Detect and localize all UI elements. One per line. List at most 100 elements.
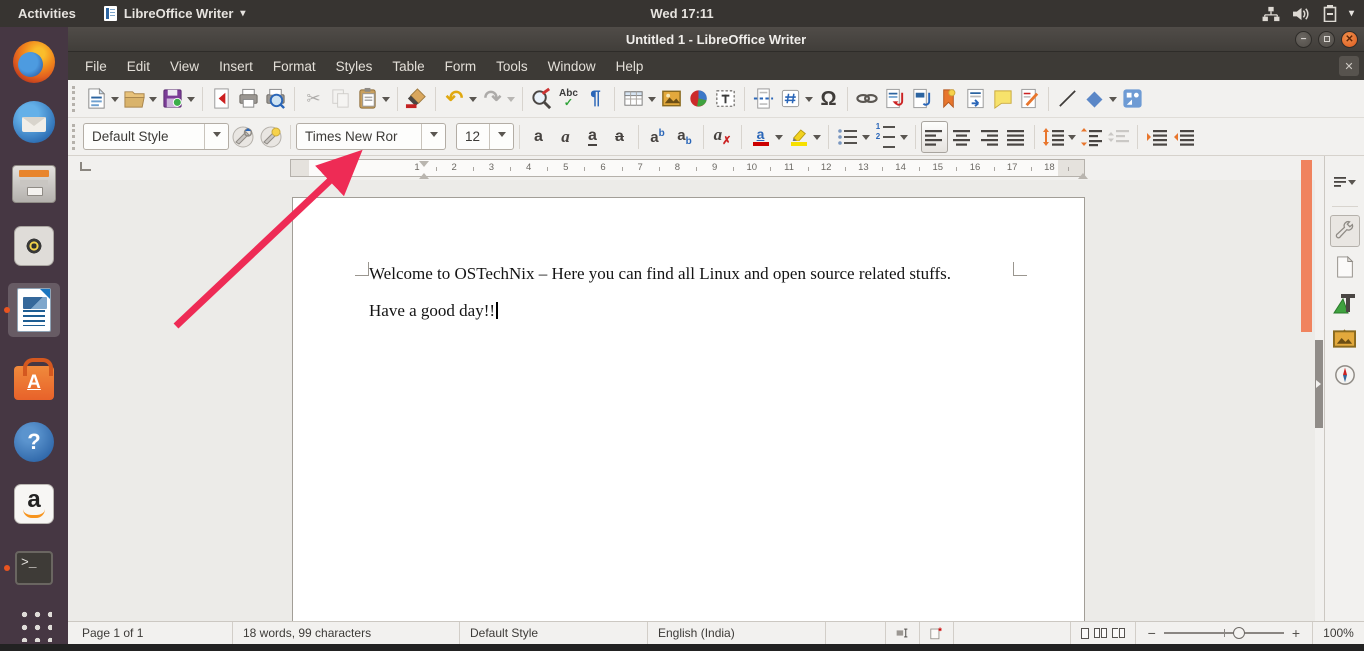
increase-indent-button[interactable]	[1143, 121, 1170, 153]
sidebar-collapse-handle[interactable]	[1315, 340, 1323, 428]
shapes-dropdown-arrow[interactable]	[1109, 97, 1117, 106]
copy-button[interactable]	[327, 83, 354, 115]
dock-item-show-applications[interactable]	[0, 597, 68, 651]
insert-page-break-button[interactable]	[750, 83, 777, 115]
book-view-icon[interactable]	[1112, 628, 1125, 638]
paste-dropdown-arrow[interactable]	[382, 97, 390, 106]
menu-format[interactable]: Format	[264, 55, 325, 78]
unordered-list-dropdown-arrow[interactable]	[862, 135, 870, 144]
unordered-list-button[interactable]	[834, 121, 861, 153]
strikethrough-button[interactable]: a	[606, 121, 633, 153]
font-color-button[interactable]: a	[747, 121, 774, 153]
app-menu-button[interactable]: LibreOffice Writer ▾	[94, 6, 256, 21]
line-spacing-dropdown-arrow[interactable]	[1068, 135, 1076, 144]
single-page-view-icon[interactable]	[1081, 628, 1089, 639]
zoom-slider-knob[interactable]	[1233, 627, 1245, 639]
dock-item-thunderbird[interactable]	[0, 95, 68, 149]
zoom-slider[interactable]	[1164, 632, 1284, 634]
insert-field-button[interactable]	[777, 83, 804, 115]
undo-dropdown-arrow[interactable]	[469, 97, 477, 106]
field-dropdown-arrow[interactable]	[805, 97, 813, 106]
highlight-color-button[interactable]	[785, 121, 812, 153]
clear-formatting-button[interactable]: a✗	[709, 121, 736, 153]
new-dropdown-arrow[interactable]	[111, 97, 119, 106]
ordered-list-button[interactable]: 1 2 1	[872, 121, 899, 153]
dock-item-files[interactable]	[0, 157, 68, 211]
superscript-button[interactable]: ab	[644, 121, 671, 153]
basic-shapes-button[interactable]: ◆	[1081, 83, 1108, 115]
increase-paragraph-spacing-button[interactable]	[1078, 121, 1105, 153]
insert-line-button[interactable]	[1054, 83, 1081, 115]
update-style-button[interactable]	[229, 121, 257, 153]
paragraph-2[interactable]: Have a good day!!	[369, 301, 498, 321]
maximize-button[interactable]	[1318, 31, 1335, 48]
subscript-button[interactable]: ab	[671, 121, 698, 153]
zoom-out-button[interactable]: −	[1148, 625, 1156, 641]
menu-insert[interactable]: Insert	[210, 55, 262, 78]
sidebar-tab-page[interactable]	[1330, 251, 1360, 283]
insert-table-button[interactable]	[620, 83, 647, 115]
menu-file[interactable]: File	[76, 55, 116, 78]
align-right-button[interactable]	[975, 121, 1002, 153]
track-changes-button[interactable]	[1016, 83, 1043, 115]
new-document-button[interactable]	[83, 83, 110, 115]
ordered-list-dropdown-arrow[interactable]	[900, 135, 908, 144]
dock-item-help[interactable]: ?	[0, 415, 68, 469]
sidebar-settings-button[interactable]	[1330, 166, 1360, 198]
insert-comment-button[interactable]	[989, 83, 1016, 115]
sidebar-tab-styles[interactable]	[1330, 287, 1360, 319]
align-left-button[interactable]	[921, 121, 948, 153]
multi-page-view-icon[interactable]	[1094, 628, 1107, 638]
show-draw-functions-button[interactable]	[1119, 83, 1146, 115]
status-language[interactable]: English (India)	[648, 622, 826, 644]
paragraph-style-combobox[interactable]: Default Style	[83, 123, 229, 150]
insert-endnote-button[interactable]	[908, 83, 935, 115]
status-document-modified[interactable]: *	[920, 622, 954, 644]
italic-button[interactable]: a	[552, 121, 579, 153]
zoom-percentage[interactable]: 100%	[1312, 622, 1364, 644]
decrease-paragraph-spacing-button[interactable]	[1105, 121, 1132, 153]
justify-button[interactable]	[1002, 121, 1029, 153]
paste-button[interactable]	[354, 83, 381, 115]
insert-footnote-button[interactable]	[881, 83, 908, 115]
menu-form[interactable]: Form	[436, 55, 486, 78]
special-character-button[interactable]: Ω	[815, 83, 842, 115]
font-color-dropdown-arrow[interactable]	[775, 135, 783, 144]
sidebar-tab-gallery[interactable]	[1330, 323, 1360, 355]
sidebar-tab-properties[interactable]	[1330, 215, 1360, 247]
cut-button[interactable]: ✂	[300, 83, 327, 115]
status-selection-mode[interactable]	[886, 622, 920, 644]
indent-marker-left[interactable]	[419, 168, 429, 179]
formatting-marks-button[interactable]: ¶	[582, 83, 609, 115]
insert-bookmark-button[interactable]	[935, 83, 962, 115]
find-replace-button[interactable]	[528, 83, 555, 115]
export-pdf-button[interactable]	[208, 83, 235, 115]
insert-chart-button[interactable]	[685, 83, 712, 115]
insert-image-button[interactable]	[658, 83, 685, 115]
menu-edit[interactable]: Edit	[118, 55, 159, 78]
line-spacing-button[interactable]	[1040, 121, 1067, 153]
toolbar-grip[interactable]	[72, 124, 79, 150]
redo-dropdown-arrow[interactable]	[507, 97, 515, 106]
underline-button[interactable]: a	[579, 121, 606, 153]
dock-item-rhythmbox[interactable]	[0, 219, 68, 273]
status-page-style[interactable]: Default Style	[460, 622, 648, 644]
zoom-in-button[interactable]: +	[1292, 625, 1300, 641]
dock-item-firefox[interactable]	[0, 35, 68, 89]
close-document-button[interactable]: ✕	[1339, 56, 1359, 76]
view-layout-buttons[interactable]	[1070, 622, 1135, 644]
print-button[interactable]	[235, 83, 262, 115]
clone-formatting-button[interactable]	[403, 83, 430, 115]
zoom-control[interactable]: − +	[1135, 622, 1312, 644]
title-bar[interactable]: Untitled 1 - LibreOffice Writer − ✕	[68, 27, 1364, 52]
dock-item-amazon[interactable]: a	[0, 477, 68, 531]
tab-stop-selector[interactable]	[80, 162, 91, 171]
document-page[interactable]: Welcome to OSTechNix – Here you can find…	[292, 197, 1085, 621]
dock-item-terminal[interactable]: >_	[0, 541, 68, 595]
save-button[interactable]	[159, 83, 186, 115]
align-center-button[interactable]	[948, 121, 975, 153]
menu-tools[interactable]: Tools	[487, 55, 537, 78]
toolbar-grip[interactable]	[72, 86, 79, 112]
decrease-indent-button[interactable]	[1170, 121, 1197, 153]
indent-marker-right[interactable]	[1078, 168, 1088, 179]
